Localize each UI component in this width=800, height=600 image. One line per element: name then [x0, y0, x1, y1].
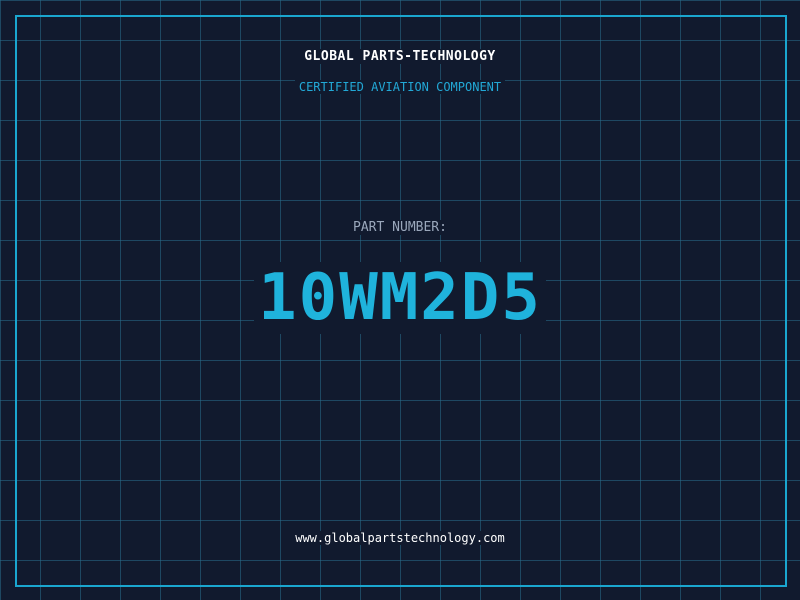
- part-number-label-row: PART NUMBER:: [0, 220, 800, 235]
- website-url-row: www.globalpartstechnology.com: [0, 531, 800, 545]
- label-card: GLOBAL PARTS-TECHNOLOGY CERTIFIED AVIATI…: [0, 0, 800, 600]
- website-url: www.globalpartstechnology.com: [291, 531, 509, 545]
- company-name-row: GLOBAL PARTS-TECHNOLOGY: [0, 49, 800, 64]
- company-name: GLOBAL PARTS-TECHNOLOGY: [300, 49, 500, 64]
- part-number-value: 10WM2D5: [254, 262, 546, 334]
- subtitle-row: CERTIFIED AVIATION COMPONENT: [0, 80, 800, 94]
- part-number-label: PART NUMBER:: [349, 220, 451, 235]
- subtitle: CERTIFIED AVIATION COMPONENT: [294, 80, 506, 94]
- part-number-row: 10WM2D5: [0, 262, 800, 334]
